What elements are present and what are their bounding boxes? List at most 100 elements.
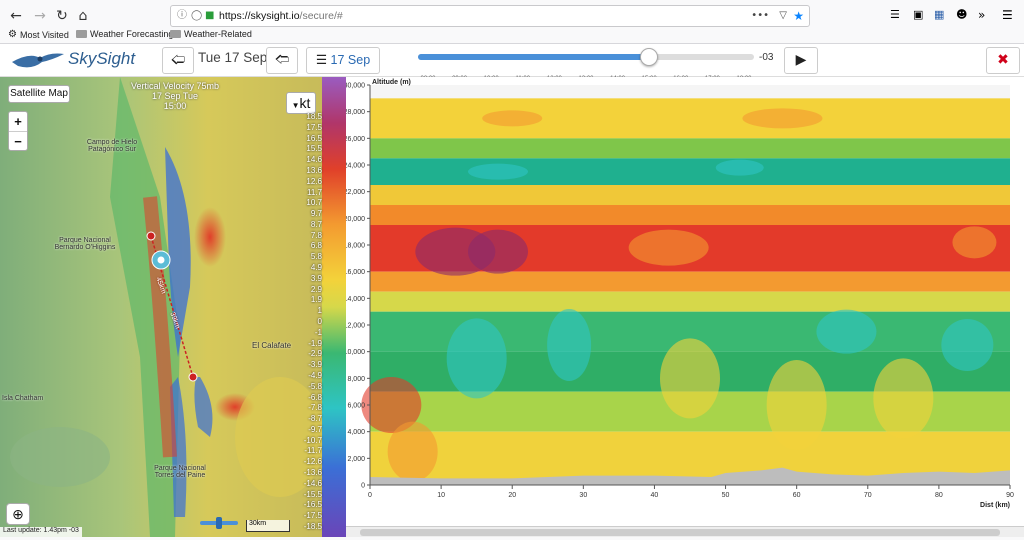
- legend-value: 12.6: [306, 176, 322, 186]
- map-place-label: El Calafate: [252, 341, 292, 350]
- y-tick-label: 24,000: [346, 163, 365, 170]
- legend-value: -4.9: [308, 370, 322, 380]
- legend-value: -2.9: [308, 349, 322, 359]
- altitude-band: [370, 185, 1010, 205]
- account-icon[interactable]: ☻: [956, 8, 970, 22]
- caret-down-icon: ▼: [291, 101, 300, 110]
- x-tick-label: 30: [579, 492, 587, 499]
- legend-value: 2.9: [310, 284, 322, 294]
- horizontal-scrollbar[interactable]: [346, 526, 1024, 537]
- satellite-map-button[interactable]: Satellite Map: [8, 85, 70, 103]
- x-tick-label: 0: [368, 492, 372, 499]
- bookmark-most-visited[interactable]: ⚙ Most Visited: [8, 29, 69, 40]
- legend-value: 10.7: [306, 198, 322, 208]
- gear-icon: ⚙: [8, 29, 17, 40]
- arrow-right-icon: 🢢: [274, 52, 290, 68]
- next-day-button[interactable]: 🢢: [266, 47, 298, 74]
- overflow-icon[interactable]: »: [978, 8, 992, 22]
- x-tick-label: 10: [437, 492, 445, 499]
- legend-value: -18.5: [303, 522, 322, 531]
- time-slider-handle[interactable]: [640, 48, 659, 66]
- legend-value: -3.9: [308, 360, 322, 370]
- close-icon: ✖: [997, 52, 1009, 68]
- bookmark-weather-forecasting[interactable]: Weather Forecasting: [76, 29, 173, 39]
- legend-value: 11.7: [307, 187, 322, 197]
- legend-value: 1: [317, 306, 322, 316]
- legend-value: 7.8: [310, 230, 322, 240]
- zoom-in-button[interactable]: +: [9, 112, 27, 132]
- url-host: https://skysight.io: [219, 10, 300, 22]
- legend-value: -13.6: [303, 468, 322, 478]
- map-title-line: Vertical Velocity 75mb: [130, 81, 220, 91]
- play-icon: ▶: [795, 52, 807, 68]
- legend-value: 8.7: [310, 219, 322, 229]
- pocket-icon[interactable]: ▽: [779, 6, 787, 26]
- opacity-slider-handle[interactable]: [216, 517, 222, 529]
- y-tick-label: 22,000: [346, 189, 365, 196]
- velocity-blob: [715, 159, 764, 176]
- x-tick-label: 70: [864, 492, 872, 499]
- time-slider[interactable]: 08:0009:0010:0011:0012:0013:0014:0015:00…: [418, 48, 754, 82]
- color-legend-bar: [322, 77, 346, 537]
- x-tick-label: 90: [1006, 492, 1014, 499]
- legend-value: 6.8: [310, 241, 322, 251]
- legend-value: 1.9: [310, 295, 322, 305]
- close-button[interactable]: ✖: [986, 47, 1020, 74]
- save-icon[interactable]: ▦: [934, 8, 948, 22]
- last-update-label: Last update: 1.43pm -03: [0, 527, 82, 537]
- back-icon[interactable]: ←: [6, 6, 26, 26]
- menu-icon[interactable]: ☰: [1002, 8, 1016, 22]
- map-place-label: Parque Nacional Bernardo O'Higgins: [54, 237, 116, 251]
- sidebar-icon[interactable]: ▣: [913, 8, 927, 22]
- y-tick-label: 0: [361, 483, 365, 490]
- legend-value: 9.7: [310, 209, 322, 219]
- bookmarks-toolbar: ⚙ Most Visited Weather Forecasting Weath…: [0, 28, 1024, 43]
- crosshair-icon: ⊕: [12, 506, 24, 522]
- url-bar[interactable]: ⓘ ◯ ■ https://skysight.io/secure/# ••• ▽…: [170, 5, 810, 27]
- x-axis-title: Dist (km): [980, 502, 1010, 509]
- x-tick-label: 50: [722, 492, 730, 499]
- locate-button[interactable]: ⊕: [6, 503, 30, 525]
- legend-value: 13.6: [306, 165, 322, 175]
- play-button[interactable]: ▶: [784, 47, 818, 74]
- velocity-blob: [628, 229, 709, 266]
- altitude-band: [370, 205, 1010, 225]
- cross-section-chart: 0 10 20 30 40 50 60 70 80 90 0 2,000 4,000 6,000 8,000…: [344, 77, 1024, 537]
- y-tick-label: 16,000: [346, 269, 365, 276]
- velocity-blob: [742, 108, 823, 129]
- home-icon[interactable]: ⌂: [73, 6, 93, 26]
- legend-value: 17.5: [306, 122, 322, 132]
- zoom-out-button[interactable]: −: [9, 132, 27, 151]
- library-icon[interactable]: ☰: [890, 8, 904, 22]
- velocity-blob: [446, 318, 507, 399]
- color-legend: 18.5 17.5 16.5 15.5 14.6 13.6 12.6 11.7 10.7 9.7 8…: [304, 77, 346, 537]
- app-header: SkySight 🢠 Tue 17 Sep 🢢 ☰ 17 Sep 08:0009…: [0, 44, 1024, 82]
- velocity-blob: [468, 229, 528, 274]
- reload-icon[interactable]: ↻: [52, 6, 72, 26]
- y-tick-label: 20,000: [346, 216, 365, 223]
- info-icon[interactable]: ⓘ: [177, 6, 187, 26]
- zoom-control: + −: [8, 111, 28, 151]
- y-tick-label: 18,000: [346, 243, 365, 250]
- velocity-blob: [660, 338, 720, 419]
- star-icon[interactable]: ★: [793, 6, 804, 26]
- calendar-button[interactable]: ☰ 17 Sep: [306, 47, 380, 74]
- more-actions-icon[interactable]: •••: [751, 6, 769, 26]
- y-tick-label: 30,000: [346, 83, 365, 90]
- legend-value: -12.6: [303, 457, 322, 467]
- horizontal-scrollbar-thumb[interactable]: [360, 529, 1000, 536]
- bookmark-weather-related[interactable]: Weather-Related: [170, 29, 252, 39]
- forecast-map[interactable]: Satellite Map + − ▼kt Vertical Velocity …: [0, 77, 346, 537]
- shield-icon[interactable]: ◯: [191, 6, 202, 26]
- opacity-slider[interactable]: [200, 517, 238, 529]
- bookmark-label: Weather Forecasting: [90, 29, 174, 39]
- url-text[interactable]: https://skysight.io/secure/#: [219, 6, 343, 26]
- cross-section-plot: 0 10 20 30 40 50 60 70 80 90 0 2,000 4,000 6,000 8,000…: [344, 79, 1014, 509]
- unit-dropdown[interactable]: ▼kt: [286, 92, 316, 114]
- previous-day-button[interactable]: 🢠: [162, 47, 194, 74]
- unit-label: kt: [299, 95, 311, 111]
- legend-value: -8.7: [308, 414, 322, 424]
- velocity-blob: [816, 309, 877, 354]
- legend-value: -5.8: [308, 381, 322, 391]
- forward-icon[interactable]: →: [30, 6, 50, 26]
